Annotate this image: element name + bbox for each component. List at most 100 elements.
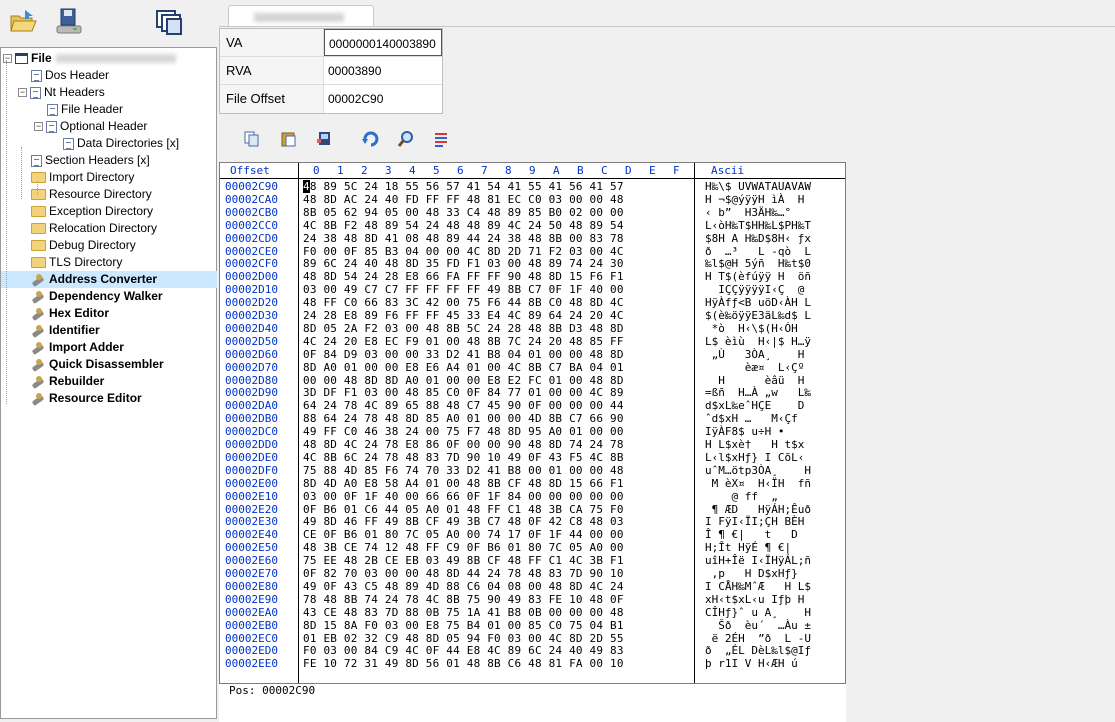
tree-item-hex-editor[interactable]: Hex Editor — [1, 305, 217, 322]
row-ascii[interactable]: I CÅH‰MˆÆ H L$ — [705, 580, 811, 594]
tree-item-quick-disassembler[interactable]: Quick Disassembler — [1, 356, 217, 373]
tree-item-import-adder[interactable]: Import Adder — [1, 339, 217, 356]
find-icon[interactable] — [395, 128, 417, 150]
rva-field[interactable]: 00003890 — [324, 57, 442, 84]
hex-row[interactable]: 00002DD0 48 8D 4C 24 78 E8 86 0F 00 00 90… — [220, 438, 845, 452]
row-bytes[interactable]: 4C 24 20 E8 EC F9 01 00 48 8B 7C 24 20 4… — [303, 335, 624, 349]
tree-item-relocation-directory[interactable]: Relocation Directory — [1, 220, 217, 237]
tree-item-dependency-walker[interactable]: Dependency Walker — [1, 288, 217, 305]
hex-row[interactable]: 00002CA0 48 8D AC 24 40 FD FF FF 48 81 EC… — [220, 193, 845, 207]
hex-row[interactable]: 00002EA0 43 CE 48 83 7D 88 0B 75 1A 41 B8… — [220, 606, 845, 620]
collapse-icon[interactable]: − — [3, 54, 12, 63]
hex-row[interactable]: 00002CC0 4C 8B F2 48 89 54 24 48 48 89 4C… — [220, 219, 845, 233]
row-bytes[interactable]: 48 89 5C 24 18 55 56 57 41 54 41 55 41 5… — [303, 180, 624, 194]
hex-row[interactable]: 00002C90 48 89 5C 24 18 55 56 57 41 54 41… — [220, 180, 845, 194]
tree-root-file[interactable]: − File — [1, 50, 217, 67]
hex-editor[interactable]: Offset 0123456789ABCDEF Ascii 00002C90 48… — [219, 162, 846, 684]
tree-item-identifier[interactable]: Identifier — [1, 322, 217, 339]
tree-item-debug-directory[interactable]: Debug Directory — [1, 237, 217, 254]
va-field[interactable]: 0000000140003890 — [324, 29, 442, 56]
row-bytes[interactable]: 4C 8B 6C 24 78 48 83 7D 90 10 49 0F 43 F… — [303, 451, 624, 465]
row-ascii[interactable]: CÎHƒ}ˆ u A¸ H — [705, 606, 811, 620]
row-ascii[interactable]: þ r1I V H‹ÆH ú — [705, 657, 811, 671]
hex-row[interactable]: 00002D50 4C 24 20 E8 EC F9 01 00 48 8B 7C… — [220, 335, 845, 349]
tree-item-resource-directory[interactable]: Resource Directory — [1, 186, 217, 203]
row-bytes[interactable]: 03 00 0F 1F 40 00 66 66 0F 1F 84 00 00 0… — [303, 490, 624, 504]
paste-icon[interactable] — [278, 128, 300, 150]
tree-item-dos-header[interactable]: Dos Header — [1, 67, 217, 84]
row-bytes[interactable]: FE 10 72 31 49 8D 56 01 48 8B C6 48 81 F… — [303, 657, 624, 671]
row-ascii[interactable]: $8H A H‰D$8H‹ ƒx — [705, 232, 811, 246]
hex-row[interactable]: 00002D30 24 28 E8 89 F6 FF FF 45 33 E4 4C… — [220, 309, 845, 323]
row-bytes[interactable]: 8D A0 01 00 00 E8 E6 A4 01 00 4C 8B C7 B… — [303, 361, 624, 375]
tree-item-resource-editor[interactable]: Resource Editor — [1, 390, 217, 407]
row-bytes[interactable]: 0F 84 D9 03 00 00 33 D2 41 B8 04 01 00 0… — [303, 348, 624, 362]
hex-row[interactable]: 00002E90 78 48 8B 74 24 78 4C 8B 75 90 49… — [220, 593, 845, 607]
tree-item-data-directories-x[interactable]: Data Directories [x] — [1, 135, 217, 152]
row-bytes[interactable]: 0F 82 70 03 00 00 48 8D 44 24 78 48 83 7… — [303, 567, 624, 581]
hex-row[interactable]: 00002E10 03 00 0F 1F 40 00 66 66 0F 1F 84… — [220, 490, 845, 504]
row-bytes[interactable]: 78 48 8B 74 24 78 4C 8B 75 90 49 83 FE 1… — [303, 593, 624, 607]
file-offset-field[interactable]: 00002C90 — [324, 85, 442, 113]
row-bytes[interactable]: 24 38 48 8D 41 08 48 89 44 24 38 48 8B 0… — [303, 232, 624, 246]
tree-item-exception-directory[interactable]: Exception Directory — [1, 203, 217, 220]
row-bytes[interactable]: 48 8D AC 24 40 FD FF FF 48 81 EC C0 03 0… — [303, 193, 624, 207]
tree-item-file-header[interactable]: File Header — [1, 101, 217, 118]
tree-item-optional-header[interactable]: − Optional Header — [1, 118, 217, 135]
row-ascii[interactable]: L$ èìù H‹|$ H…ÿ — [705, 335, 811, 349]
open-folder-icon[interactable] — [6, 4, 40, 38]
tree-item-import-directory[interactable]: Import Directory — [1, 169, 217, 186]
row-ascii[interactable]: *ò H‹\$(H‹ÓH — [705, 322, 804, 336]
hex-row[interactable]: 00002E80 49 0F 43 C5 48 89 4D 88 C6 04 08… — [220, 580, 845, 594]
save-disk-icon[interactable] — [52, 4, 86, 38]
row-bytes[interactable]: 8D 4D A0 E8 58 A4 01 00 48 8B CF 48 8D 1… — [303, 477, 624, 491]
hex-row[interactable]: 00002EE0 FE 10 72 31 49 8D 56 01 48 8B C6… — [220, 657, 845, 671]
row-ascii[interactable]: L‹l$xHƒ} I CõL‹ — [705, 451, 804, 465]
tree-item-nt-headers[interactable]: − Nt Headers — [1, 84, 217, 101]
tree-view[interactable]: − File Dos Header − Nt Headers File Header − Op… — [0, 47, 217, 719]
row-bytes[interactable]: 49 0F 43 C5 48 89 4D 88 C6 04 08 00 48 8… — [303, 580, 624, 594]
row-ascii[interactable]: uˆM…ötp3ÒA¸ H — [705, 464, 811, 478]
row-bytes[interactable]: 8D 05 2A F2 03 00 48 8B 5C 24 28 48 8B D… — [303, 322, 624, 336]
tree-item-address-converter[interactable]: Address Converter — [1, 271, 217, 288]
collapse-icon[interactable]: − — [18, 88, 27, 97]
row-ascii[interactable]: Šð èu´ …Àu ± — [705, 619, 811, 633]
hex-row[interactable]: 00002D40 8D 05 2A F2 03 00 48 8B 5C 24 28… — [220, 322, 845, 336]
hex-row[interactable]: 00002CD0 24 38 48 8D 41 08 48 89 44 24 38… — [220, 232, 845, 246]
row-ascii[interactable]: H‰\$ UVWATAUAVAW — [705, 180, 811, 194]
row-bytes[interactable]: 8D 15 8A F0 03 00 E8 75 B4 01 00 85 C0 7… — [303, 619, 624, 633]
hex-row[interactable]: 00002CB0 8B 05 62 94 05 00 48 33 C4 48 89… — [220, 206, 845, 220]
row-ascii[interactable]: H L$xè† H t$x — [705, 438, 804, 452]
row-bytes[interactable]: 8B 05 62 94 05 00 48 33 C4 48 89 85 B0 0… — [303, 206, 624, 220]
row-ascii[interactable]: „Ù 3ÒA¸ H — [705, 348, 811, 362]
row-ascii[interactable]: xH‹t$xL‹u Iƒþ H — [705, 593, 811, 607]
row-bytes[interactable]: 24 28 E8 89 F6 FF FF 45 33 E4 4C 89 64 2… — [303, 309, 624, 323]
hex-row[interactable]: 00002E00 8D 4D A0 E8 58 A4 01 00 48 8B CF… — [220, 477, 845, 491]
row-ascii[interactable]: $(è‰öÿÿE3äL‰d$ L — [705, 309, 811, 323]
row-ascii[interactable]: L‹òH‰T$HH‰L$PH‰T — [705, 219, 811, 233]
hex-row[interactable]: 00002EB0 8D 15 8A F0 03 00 E8 75 B4 01 00… — [220, 619, 845, 633]
row-ascii[interactable]: èæ¤ L‹Çº — [705, 361, 818, 375]
goto-icon[interactable] — [359, 128, 381, 150]
row-bytes[interactable]: 4C 8B F2 48 89 54 24 48 48 89 4C 24 50 4… — [303, 219, 624, 233]
hex-row[interactable]: 00002D60 0F 84 D9 03 00 00 33 D2 41 B8 04… — [220, 348, 845, 362]
tree-item-rebuilder[interactable]: Rebuilder — [1, 373, 217, 390]
row-ascii[interactable]: ‚p H D$xHƒ} — [705, 567, 811, 581]
row-ascii[interactable]: ‹ b” H3ÄH‰…° — [705, 206, 811, 220]
hex-row[interactable]: 00002DF0 75 88 4D 85 F6 74 70 33 D2 41 B8… — [220, 464, 845, 478]
windows-cascade-icon[interactable] — [152, 6, 186, 40]
row-bytes[interactable]: 75 88 4D 85 F6 74 70 33 D2 41 B8 00 01 0… — [303, 464, 624, 478]
hex-row[interactable]: 00002D70 8D A0 01 00 00 E8 E6 A4 01 00 4C… — [220, 361, 845, 375]
row-ascii[interactable]: M èX¤ H‹ÏH fñ — [705, 477, 811, 491]
hex-row[interactable]: 00002DE0 4C 8B 6C 24 78 48 83 7D 90 10 49… — [220, 451, 845, 465]
row-ascii[interactable]: @ ff „ — [705, 490, 811, 504]
dump-icon[interactable] — [314, 128, 336, 150]
tree-item-section-headers-x[interactable]: Section Headers [x] — [1, 152, 217, 169]
row-bytes[interactable]: 43 CE 48 83 7D 88 0B 75 1A 41 B8 0B 00 0… — [303, 606, 624, 620]
file-tab[interactable] — [228, 5, 374, 27]
row-ascii[interactable]: H ¬$@ýÿÿH ìÀ H — [705, 193, 804, 207]
tree-item-tls-directory[interactable]: TLS Directory — [1, 254, 217, 271]
row-bytes[interactable]: 48 8D 4C 24 78 E8 86 0F 00 00 90 48 8D 7… — [303, 438, 624, 452]
copy-icon[interactable] — [241, 128, 263, 150]
collapse-icon[interactable]: − — [34, 122, 43, 131]
